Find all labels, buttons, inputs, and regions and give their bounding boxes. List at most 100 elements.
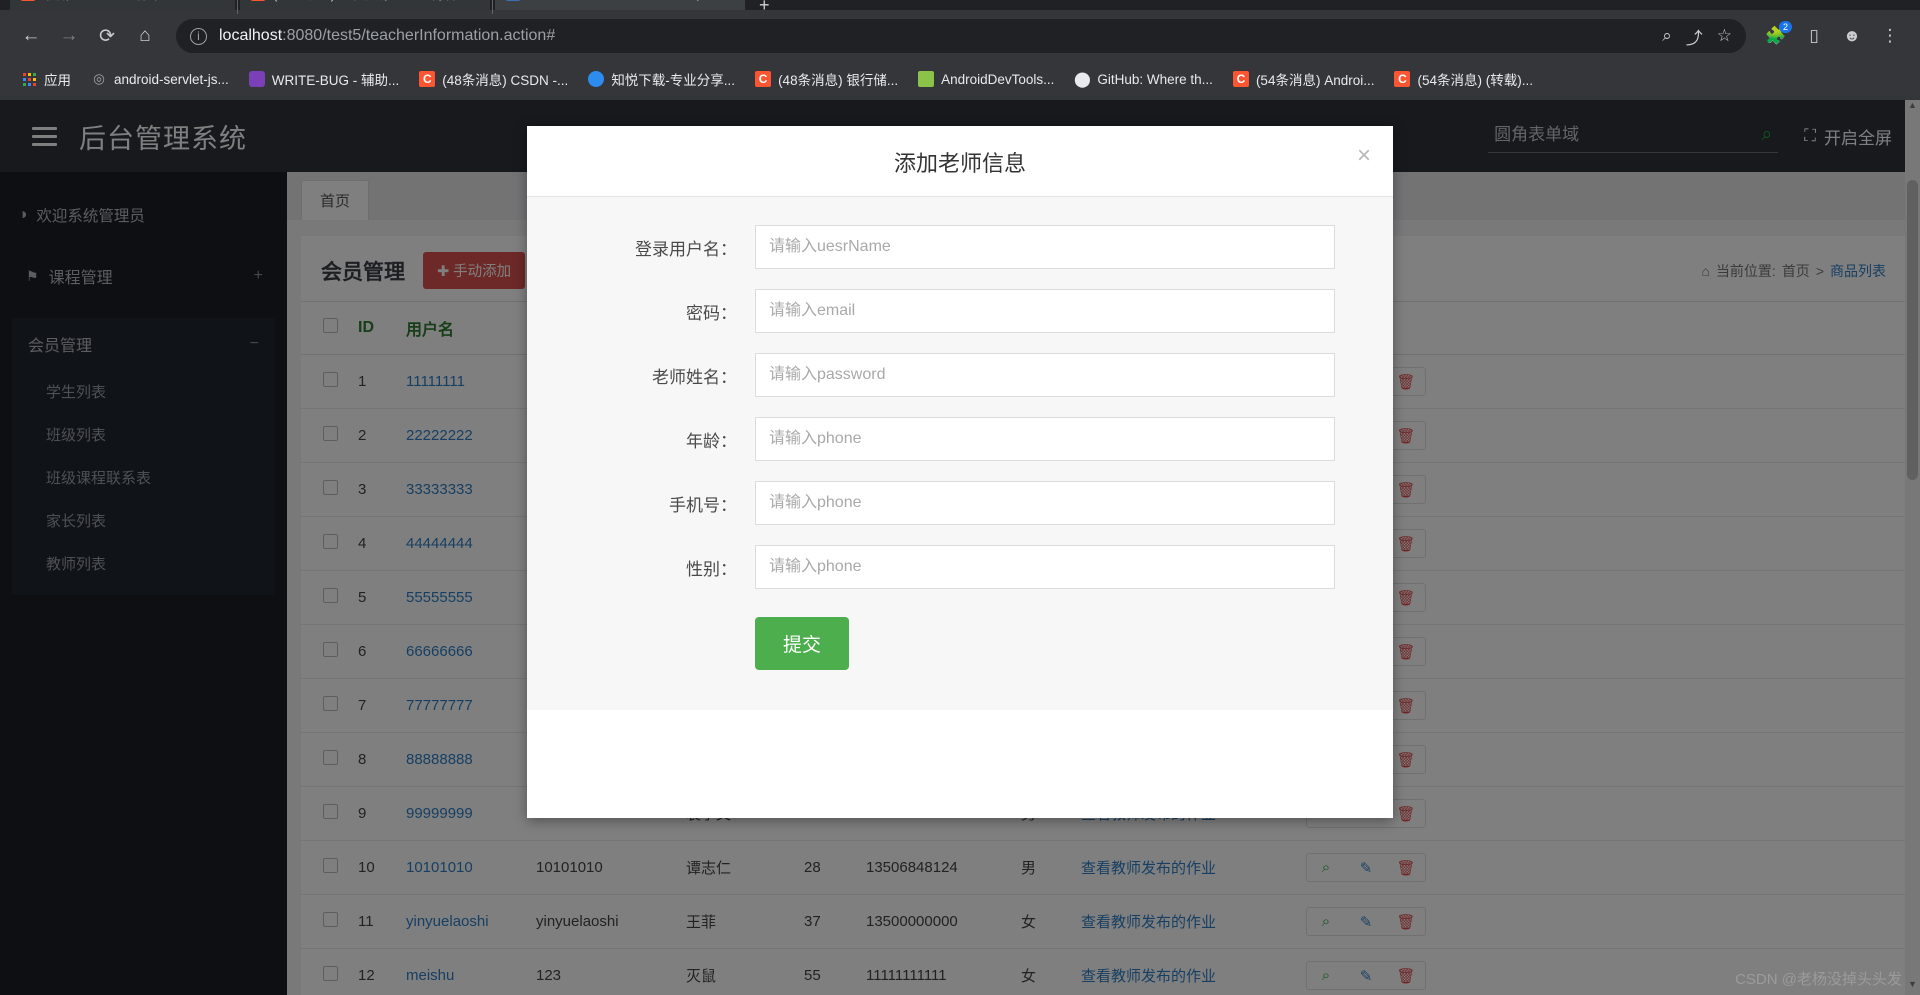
age-input[interactable] [755, 417, 1335, 461]
bookmark-label: (54条消息) Androi... [1255, 73, 1375, 88]
url-path: :8080/test5/teacherInformation.action# [282, 27, 556, 44]
bookmark-label: 应用 [44, 73, 71, 88]
modal-body: 登录用户名： 密码： 老师姓名： [527, 197, 1393, 710]
add-teacher-modal: 添加老师信息 × 登录用户名： 密码： [527, 126, 1393, 818]
tab-label: 收藏个-CSDN创作中心 [43, 0, 175, 3]
extension-badge: 2 [1778, 21, 1792, 33]
field-age [755, 417, 1335, 461]
username-input[interactable] [755, 225, 1335, 269]
form-row-phone: 手机号： [585, 481, 1335, 525]
back-icon[interactable]: ← [14, 19, 48, 53]
csdn-icon: C [755, 71, 772, 87]
close-icon[interactable]: × [1357, 144, 1371, 168]
forward-icon[interactable]: → [52, 19, 86, 53]
apps-grid-icon [21, 71, 37, 87]
form-row-password: 密码： [585, 289, 1335, 333]
label-password: 密码： [686, 303, 737, 323]
phone-input[interactable] [755, 481, 1335, 525]
csdn-icon: C [419, 71, 436, 87]
bookmark-item[interactable]: C (48条消息) CSDN -... [410, 65, 577, 93]
form-row-teacher-name: 老师姓名： [585, 353, 1335, 397]
modal-title: 添加老师信息 [893, 151, 1026, 176]
teacher-name-input[interactable] [755, 353, 1335, 397]
bookmark-label: (48条消息) 银行储... [778, 73, 899, 88]
bookmark-label: (48条消息) CSDN -... [442, 73, 569, 88]
label-phone: 手机号： [669, 495, 737, 515]
field-password [755, 289, 1335, 333]
csdn-icon [250, 0, 266, 1]
share-icon[interactable]: ⤴ [1686, 24, 1703, 49]
browser-tabstrip: 收藏个-CSDN创作中心 ⋯ (66条消息) 工程资源 CSDN博客 ⋯ Ama… [0, 0, 1920, 15]
github-icon: ⬤ [1074, 71, 1091, 88]
url-host: localhost [219, 27, 283, 44]
close-icon[interactable]: ⋯ [464, 0, 478, 2]
bookmark-item[interactable]: C (48条消息) 银行储... [746, 65, 907, 93]
close-icon[interactable]: ⋯ [711, 0, 725, 2]
browser-toolbar: ← → ⟳ ⌂ i localhost:8080/test5/teacherIn… [0, 10, 1920, 62]
label-gender: 性别： [686, 559, 737, 579]
star-icon[interactable]: ☆ [1717, 26, 1732, 46]
browser-tab-2[interactable]: (66条消息) 工程资源 CSDN博客 ⋯ [240, 0, 490, 10]
tab-divider [237, 0, 238, 14]
bookmark-label: (54条消息) (转载)... [1417, 73, 1533, 88]
label-age: 年龄： [686, 431, 737, 451]
close-icon[interactable]: ⋯ [182, 0, 196, 2]
new-tab-button[interactable]: + [745, 0, 784, 16]
reload-icon[interactable]: ⟳ [90, 19, 124, 53]
field-gender [755, 545, 1335, 589]
sidepanel-icon[interactable]: ▯ [1798, 20, 1830, 52]
field-username [755, 225, 1335, 269]
writebug-icon [248, 71, 265, 87]
bookmark-item[interactable]: C (54条消息) Androi... [1224, 65, 1384, 93]
watermark: CSDN @老杨没掉头头发 [1735, 971, 1902, 988]
label-username: 登录用户名： [635, 239, 737, 259]
bookmark-item[interactable]: AndroidDevTools... [909, 67, 1063, 91]
form-row-gender: 性别： [585, 545, 1335, 589]
field-phone [755, 481, 1335, 525]
bookmark-item[interactable]: ⬤ GitHub: Where th... [1065, 67, 1222, 91]
browser-window: 收藏个-CSDN创作中心 ⋯ (66条消息) 工程资源 CSDN博客 ⋯ Ama… [0, 0, 1920, 995]
profile-icon[interactable]: ☻ [1836, 20, 1868, 52]
bookmark-item[interactable]: ◎ android-servlet-js... [82, 67, 238, 91]
toolbar-extensions: 🧩 2 ▯ ☻ ⋮ [1760, 20, 1906, 52]
modal-header: 添加老师信息 × [527, 126, 1393, 197]
modal-footer [527, 710, 1393, 818]
bookmark-label: AndroidDevTools... [941, 71, 1055, 87]
csdn-icon: C [1232, 71, 1249, 87]
browser-tab-3-active[interactable]: Amaze UI Admin index Examp ⋯ [495, 0, 745, 10]
page-info-icon[interactable]: i [190, 27, 207, 45]
csdn-icon: C [1394, 71, 1411, 87]
admin-page: 后台管理系统 ⌕ ⛶ 开启全屏 ◑ [0, 100, 1920, 995]
tab-label: Amaze UI Admin index Examp [528, 0, 704, 1]
browser-tab-1[interactable]: 收藏个-CSDN创作中心 ⋯ [10, 0, 235, 10]
zhiyue-icon [588, 71, 605, 87]
search-icon[interactable]: ⌕ [1662, 26, 1672, 46]
home-icon[interactable]: ⌂ [128, 19, 162, 53]
bookmark-label: android-servlet-js... [114, 71, 229, 87]
bookmark-label: GitHub: Where th... [1097, 71, 1213, 87]
address-bar[interactable]: i localhost:8080/test5/teacherInformatio… [176, 19, 1746, 53]
omnibox-actions: ⌕ ⤴ ☆ [1662, 24, 1732, 49]
bookmark-label: 知悦下载-专业分享... [611, 73, 736, 88]
bookmark-item[interactable]: C (54条消息) (转载)... [1385, 65, 1542, 93]
csdn-icon [20, 0, 36, 1]
bookmarks-bar: 应用 ◎ android-servlet-js... WRITE-BUG - 辅… [0, 62, 1920, 96]
url-text: localhost:8080/test5/teacherInformation.… [219, 27, 555, 45]
tab-divider [492, 0, 493, 14]
page-viewport: 后台管理系统 ⌕ ⛶ 开启全屏 ◑ [0, 100, 1920, 995]
generic-site-icon: ◎ [93, 71, 105, 86]
puzzle-extension-icon[interactable]: 🧩 2 [1760, 20, 1792, 52]
bookmark-apps[interactable]: 应用 [12, 65, 80, 93]
tab-label: (66条消息) 工程资源 CSDN博客 [273, 0, 457, 3]
bookmark-item[interactable]: 知悦下载-专业分享... [579, 65, 744, 93]
label-teacher-name: 老师姓名： [652, 367, 737, 387]
menu-icon[interactable]: ⋮ [1874, 20, 1906, 52]
form-row-age: 年龄： [585, 417, 1335, 461]
amazeui-icon [505, 0, 521, 1]
form-row-username: 登录用户名： [585, 225, 1335, 269]
gender-input[interactable] [755, 545, 1335, 589]
submit-button[interactable]: 提交 [755, 617, 850, 670]
password-input[interactable] [755, 289, 1335, 333]
bookmark-label: WRITE-BUG - 辅助... [271, 73, 400, 88]
bookmark-item[interactable]: WRITE-BUG - 辅助... [240, 65, 409, 93]
